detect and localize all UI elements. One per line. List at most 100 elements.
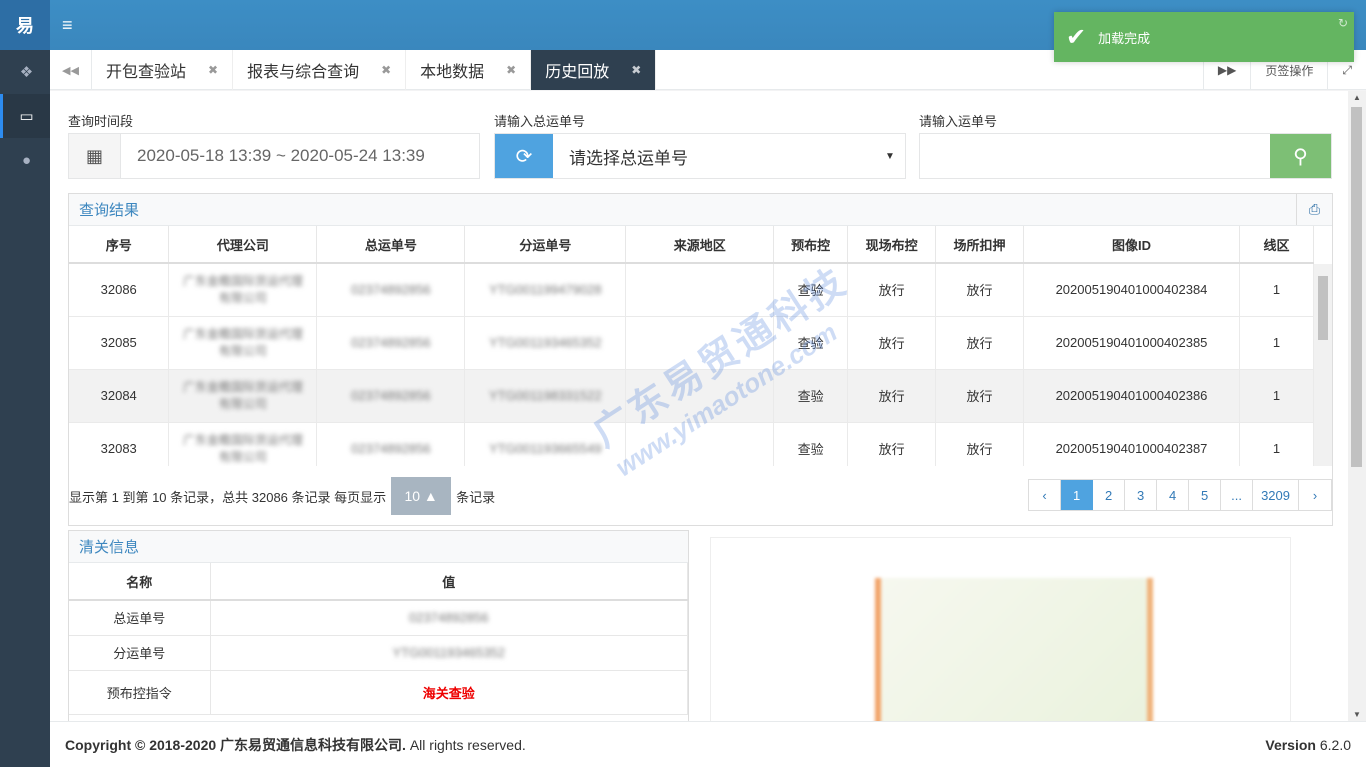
col-header[interactable]: 预布控 bbox=[773, 226, 849, 264]
cell-master: 02374892856 bbox=[316, 369, 466, 423]
tab-history-playback[interactable]: 历史回放 ✖ bbox=[531, 50, 657, 90]
time-range-label: 查询时间段 bbox=[68, 114, 134, 129]
print-icon[interactable]: ⎙ bbox=[1296, 194, 1332, 225]
table-row: 分运单号 YTG001193465352 bbox=[69, 635, 688, 671]
master-waybill-value[interactable]: 请选择总运单号 bbox=[553, 134, 875, 178]
scroll-up-icon[interactable]: ▲ bbox=[1348, 93, 1366, 102]
cell-value: 02374892856 bbox=[210, 600, 688, 636]
sub-number: YTG001193665549 bbox=[489, 441, 602, 456]
tab-scroll-left-icon[interactable]: ◀◀ bbox=[50, 50, 92, 90]
cell-pre-control: 查验 bbox=[773, 422, 849, 466]
menu-toggle-icon[interactable]: ≡ bbox=[62, 13, 80, 37]
cell-seq: 32083 bbox=[69, 422, 170, 466]
page-scrollbar-thumb[interactable] bbox=[1351, 107, 1362, 467]
cell-sub: YTG001193665549 bbox=[464, 422, 627, 466]
refresh-icon[interactable]: ⟳ bbox=[495, 134, 553, 178]
cell-image-id: 202005190401000402386 bbox=[1023, 369, 1240, 423]
tab-local-data[interactable]: 本地数据 ✖ bbox=[406, 50, 532, 90]
close-icon[interactable]: ✖ bbox=[506, 63, 516, 77]
waybill-input[interactable] bbox=[920, 134, 1270, 178]
table-row[interactable]: 32086 广东金瞻国际货运代理有限公司 02374892856 YTG0011… bbox=[69, 263, 1314, 317]
cell-seizure: 放行 bbox=[935, 422, 1025, 466]
table-row[interactable]: 32083 广东金瞻国际货运代理有限公司 02374892856 YTG0011… bbox=[69, 422, 1314, 466]
cell-region bbox=[625, 422, 775, 466]
table-row: 预布控指令 海关查验 bbox=[69, 670, 688, 715]
cell-name: 分运单号 bbox=[69, 635, 211, 671]
col-header[interactable]: 图像ID bbox=[1023, 226, 1240, 264]
table-row[interactable]: 32085 广东金瞻国际货运代理有限公司 02374892856 YTG0011… bbox=[69, 316, 1314, 370]
alert-icon[interactable]: ● bbox=[0, 138, 50, 182]
cell-line: 1 bbox=[1239, 369, 1314, 423]
sidebar: 易 ❖ ▭ ● bbox=[0, 0, 50, 767]
search-icon[interactable]: ⚲ bbox=[1270, 134, 1331, 178]
tab-reports[interactable]: 报表与综合查询 ✖ bbox=[233, 50, 407, 90]
col-header: 名称 bbox=[69, 563, 211, 601]
copyright-owner: Copyright © 2018-2020 广东易贸通信息科技有限公司. bbox=[65, 736, 406, 753]
cell-image-id: 202005190401000402387 bbox=[1023, 422, 1240, 466]
cell-pre-control: 查验 bbox=[773, 369, 849, 423]
close-icon[interactable]: ✖ bbox=[381, 63, 391, 77]
col-header[interactable]: 代理公司 bbox=[168, 226, 318, 264]
version-label: Version bbox=[1265, 736, 1316, 753]
pagination-suffix: 条记录 bbox=[456, 489, 496, 505]
agent-name: 广东金瞻国际货运代理有限公司 bbox=[182, 432, 303, 464]
col-header[interactable]: 现场布控 bbox=[847, 226, 937, 264]
cell-agent: 广东金瞻国际货运代理有限公司 bbox=[168, 316, 318, 370]
cubes-icon[interactable]: ❖ bbox=[0, 50, 50, 94]
page-ellipsis: ... bbox=[1221, 480, 1254, 510]
col-header[interactable]: 来源地区 bbox=[625, 226, 775, 264]
master-waybill-select[interactable]: ⟳ 请选择总运单号 ▼ bbox=[494, 133, 906, 179]
laptop-icon[interactable]: ▭ bbox=[0, 94, 50, 138]
page-button-1[interactable]: 1 bbox=[1061, 480, 1094, 510]
cell-master: 02374892856 bbox=[316, 263, 466, 317]
cell-agent: 广东金瞻国际货运代理有限公司 bbox=[168, 422, 318, 466]
page-button-4[interactable]: 4 bbox=[1157, 480, 1190, 510]
clearance-table: 名称 值 总运单号 02374892856 分运单号 YTG0011934653… bbox=[69, 563, 688, 715]
table-scrollbar[interactable] bbox=[1314, 264, 1332, 466]
tab-label: 报表与综合查询 bbox=[247, 64, 360, 81]
table-scrollbar-thumb[interactable] bbox=[1318, 276, 1328, 340]
clearance-panel: 清关信息 名称 值 总运单号 02374892856 分运单号 YTG00119… bbox=[68, 530, 689, 721]
page-size-select[interactable]: 10 ▲ bbox=[391, 477, 452, 515]
cell-pre-control: 查验 bbox=[773, 316, 849, 370]
copyright: Copyright © 2018-2020 广东易贸通信息科技有限公司. All… bbox=[65, 735, 526, 755]
col-header[interactable]: 总运单号 bbox=[316, 226, 466, 264]
page-button-5[interactable]: 5 bbox=[1189, 480, 1222, 510]
app-logo[interactable]: 易 bbox=[0, 0, 50, 50]
page-button-2[interactable]: 2 bbox=[1093, 480, 1126, 510]
close-icon[interactable]: ✖ bbox=[208, 63, 218, 77]
xray-image[interactable] bbox=[710, 537, 1291, 721]
footer: Copyright © 2018-2020 广东易贸通信息科技有限公司. All… bbox=[50, 721, 1366, 767]
page-scrollbar[interactable]: ▲ ▼ bbox=[1348, 91, 1366, 721]
calendar-icon[interactable]: ▦ bbox=[69, 134, 121, 178]
scroll-down-icon[interactable]: ▼ bbox=[1348, 710, 1366, 719]
page-button-3[interactable]: 3 bbox=[1125, 480, 1158, 510]
date-range-picker[interactable]: ▦ 2020-05-18 13:39 ~ 2020-05-24 13:39 bbox=[68, 133, 480, 179]
cell-name: 总运单号 bbox=[69, 600, 211, 636]
table-row[interactable]: 32084 广东金瞻国际货运代理有限公司 02374892856 YTG0011… bbox=[69, 369, 1314, 423]
date-range-value[interactable]: 2020-05-18 13:39 ~ 2020-05-24 13:39 bbox=[121, 134, 479, 178]
main-content: 查询时间段 ▦ 2020-05-18 13:39 ~ 2020-05-24 13… bbox=[50, 91, 1348, 721]
chevron-down-icon[interactable]: ▼ bbox=[875, 134, 905, 178]
close-icon[interactable]: ✖ bbox=[631, 63, 641, 77]
cell-region bbox=[625, 316, 775, 370]
page-next-button[interactable]: › bbox=[1299, 480, 1331, 510]
clearance-panel-header: 清关信息 bbox=[69, 531, 688, 563]
tab-open-inspection[interactable]: 开包查验站 ✖ bbox=[92, 50, 234, 90]
col-header[interactable]: 序号 bbox=[69, 226, 170, 264]
toast-notification: ✔ 加载完成 ↻ bbox=[1054, 12, 1354, 62]
sub-number: YTG001199479028 bbox=[489, 282, 602, 298]
version-number: 6.2.0 bbox=[1319, 736, 1351, 753]
col-header[interactable]: 分运单号 bbox=[464, 226, 627, 264]
page-prev-button[interactable]: ‹ bbox=[1029, 480, 1062, 510]
sub-number: YTG001198331522 bbox=[489, 388, 602, 403]
table-header-row: 序号 代理公司 总运单号 分运单号 来源地区 预布控 现场布控 场所扣押 图像I… bbox=[69, 226, 1314, 264]
cell-sub: YTG001193465352 bbox=[464, 316, 627, 370]
col-header[interactable]: 线区 bbox=[1239, 226, 1314, 264]
cell-agent: 广东金瞻国际货运代理有限公司 bbox=[168, 263, 318, 317]
refresh-icon[interactable]: ↻ bbox=[1338, 16, 1348, 30]
cell-line: 1 bbox=[1239, 263, 1314, 317]
cell-sub: YTG001198331522 bbox=[464, 369, 627, 423]
page-button-last[interactable]: 3209 bbox=[1253, 480, 1299, 510]
col-header[interactable]: 场所扣押 bbox=[935, 226, 1025, 264]
